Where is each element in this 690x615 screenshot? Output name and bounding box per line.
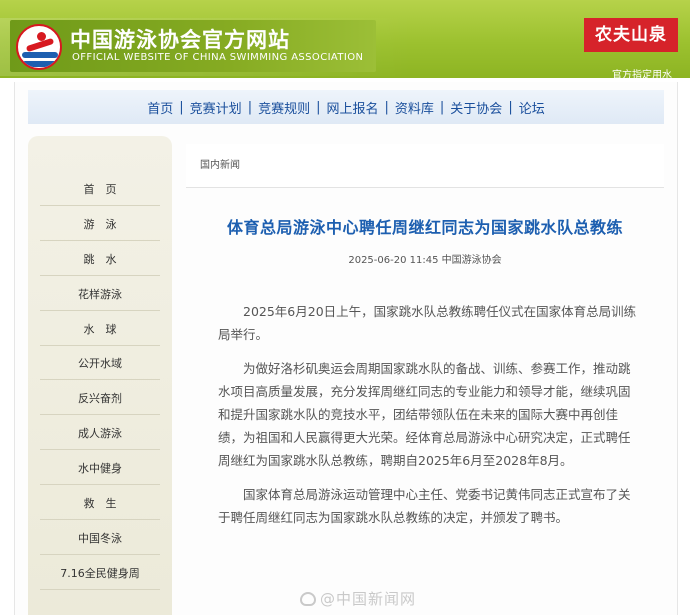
sidebar-item-adult-swimming[interactable]: 成人游泳 [40, 416, 160, 450]
sidebar-item-winter-swimming[interactable]: 中国冬泳 [40, 521, 160, 555]
nav-separator: | [179, 99, 184, 115]
article-meta: 2025-06-20 11:45 中国游泳协会 [348, 255, 502, 266]
article-body: 2025年6月20日上午，国家跳水队总教练聘任仪式在国家体育总局训练局举行。 为… [218, 300, 638, 540]
nav-separator: | [439, 99, 445, 115]
watermark: @中国新闻网 [300, 588, 416, 609]
nav-separator: | [316, 99, 321, 115]
sidebar-item-water-polo[interactable]: 水 球 [40, 312, 160, 346]
nav-separator: | [508, 99, 513, 115]
article-paragraph: 2025年6月20日上午，国家跳水队总教练聘任仪式在国家体育总局训练局举行。 [218, 304, 637, 342]
nav-competition-rules[interactable]: 竞赛规则 [256, 98, 312, 117]
article-paragraph: 为做好洛杉矶奥运会周期国家跳水队的备战、训练、参赛工作，推动跳水项目高质量发展，… [218, 361, 631, 468]
nav-about[interactable]: 关于协会 [448, 98, 504, 117]
sidebar-item-artistic-swimming[interactable]: 花样游泳 [40, 277, 160, 311]
site-title[interactable]: 中国游泳协会官方网站 [70, 24, 290, 54]
sidebar: 首 页 游 泳 跳 水 花样游泳 水 球 公开水域 反兴奋剂 成人游泳 水中健身… [28, 136, 172, 615]
site-header: 中国游泳协会官方网站 OFFICIAL WEBSITE OF CHINA SWI… [0, 0, 690, 81]
article-title: 体育总局游泳中心聘任周继红同志为国家跳水队总教练 [226, 218, 623, 237]
sidebar-item-aqua-fitness[interactable]: 水中健身 [40, 451, 160, 485]
breadcrumb-bar [186, 144, 664, 188]
wave-line [22, 61, 58, 67]
nav-competition-plan[interactable]: 竞赛计划 [188, 98, 244, 117]
breadcrumb[interactable]: 国内新闻 [200, 156, 240, 171]
article-paragraph: 国家体育总局游泳运动管理中心主任、党委书记黄伟同志正式宣布了关于聘任周继红同志为… [218, 487, 631, 525]
sidebar-item-open-water[interactable]: 公开水域 [40, 346, 160, 380]
sponsor-logo[interactable]: 农夫山泉 [584, 18, 678, 52]
sidebar-item-anti-doping[interactable]: 反兴奋剂 [40, 381, 160, 415]
nav-database[interactable]: 资料库 [393, 98, 436, 117]
site-subtitle: OFFICIAL WEBSITE OF CHINA SWIMMING ASSOC… [72, 52, 364, 63]
sponsor-note: 官方指定用水 [612, 70, 672, 81]
nav-separator: | [247, 99, 253, 115]
wave-line [22, 52, 58, 58]
nav-home[interactable]: 首页 [145, 98, 175, 117]
sidebar-item-fitness-week[interactable]: 7.16全民健身周 [40, 556, 160, 590]
sidebar-item-lifesaving[interactable]: 救 生 [40, 486, 160, 520]
nav-separator: | [384, 99, 389, 115]
watermark-text: @中国新闻网 [320, 590, 417, 608]
weibo-icon [300, 592, 316, 606]
swimmer-emblem-icon[interactable] [16, 24, 62, 70]
main-nav: 首页 | 竞赛计划 | 竞赛规则 | 网上报名 | 资料库 | 关于协会 | 论… [28, 90, 664, 124]
sidebar-item-diving[interactable]: 跳 水 [40, 242, 160, 276]
sidebar-item-swimming[interactable]: 游 泳 [40, 207, 160, 241]
nav-forum[interactable]: 论坛 [517, 98, 547, 117]
nav-online-registration[interactable]: 网上报名 [324, 98, 380, 117]
sidebar-item-home[interactable]: 首 页 [40, 172, 160, 206]
